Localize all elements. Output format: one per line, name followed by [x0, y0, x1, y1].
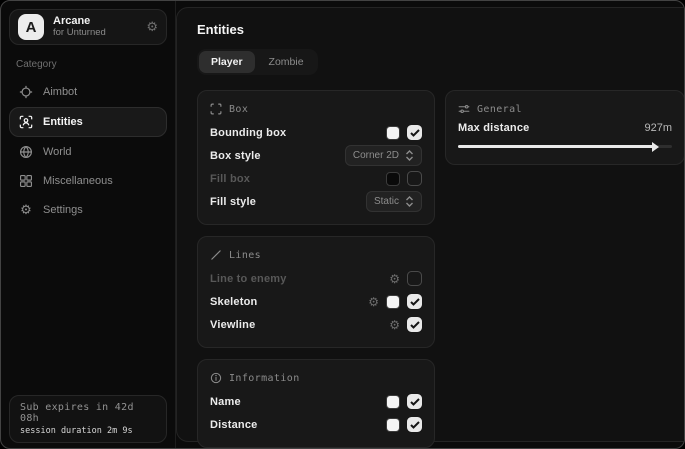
- subscription-info-card: Sub expires in 42d 08h session duration …: [9, 395, 167, 443]
- sidebar-item-label: Settings: [43, 204, 83, 216]
- main-panel: Entities Player Zombie Box Bo: [176, 7, 685, 442]
- information-section-title: Information: [229, 373, 300, 384]
- box-section-card: Box Bounding box Box style: [197, 90, 435, 225]
- sliders-icon: [458, 103, 470, 115]
- category-nav: Aimbot Entities World: [9, 78, 167, 224]
- lines-section-header: Lines: [210, 249, 422, 261]
- distance-checkbox[interactable]: [407, 417, 422, 432]
- name-label: Name: [210, 396, 241, 408]
- fill-style-label: Fill style: [210, 196, 256, 208]
- crosshair-icon: [18, 85, 34, 99]
- gear-icon: ⚙: [18, 202, 34, 218]
- bounding-box-row: Bounding box: [210, 122, 422, 143]
- lines-section-title: Lines: [229, 250, 261, 261]
- sidebar-item-label: Aimbot: [43, 86, 77, 98]
- line-to-enemy-row: Line to enemy ⚙: [210, 268, 422, 289]
- main-wrap: Entities Player Zombie Box Bo: [176, 1, 685, 448]
- viewline-label: Viewline: [210, 319, 255, 331]
- information-section-card: Information Name Distance: [197, 359, 435, 448]
- fill-box-label: Fill box: [210, 173, 250, 185]
- box-style-dropdown[interactable]: Corner 2D: [345, 145, 422, 166]
- general-section-header: General: [458, 103, 672, 115]
- name-row: Name: [210, 391, 422, 412]
- tab-zombie[interactable]: Zombie: [257, 51, 316, 73]
- right-column: General Max distance 927m: [445, 90, 685, 165]
- app-subtitle: for Unturned: [53, 28, 137, 39]
- tab-player[interactable]: Player: [199, 51, 255, 73]
- sidebar-item-settings[interactable]: ⚙ Settings: [9, 196, 167, 224]
- name-color-swatch[interactable]: [386, 395, 400, 409]
- content-columns: Box Bounding box Box style: [197, 90, 685, 448]
- bounding-box-checkbox[interactable]: [407, 125, 422, 140]
- page-title: Entities: [197, 22, 685, 37]
- gear-icon[interactable]: ⚙: [389, 273, 400, 285]
- box-style-label: Box style: [210, 150, 261, 162]
- max-distance-value: 927m: [644, 122, 672, 134]
- screenshot-stage: A Arcane for Unturned ⚙ Category Aimbot: [0, 0, 685, 449]
- skeleton-color-swatch[interactable]: [386, 295, 400, 309]
- max-distance-row: Max distance 927m: [458, 122, 672, 134]
- skeleton-checkbox[interactable]: [407, 294, 422, 309]
- sub-expiry-text: Sub expires in 42d 08h: [20, 402, 156, 424]
- viewline-checkbox[interactable]: [407, 317, 422, 332]
- max-distance-slider[interactable]: [458, 140, 672, 152]
- app-title-block: Arcane for Unturned: [53, 15, 137, 39]
- fill-style-value: Static: [374, 196, 399, 207]
- arcane-window: A Arcane for Unturned ⚙ Category Aimbot: [0, 0, 685, 449]
- line-to-enemy-checkbox[interactable]: [407, 271, 422, 286]
- logo-card[interactable]: A Arcane for Unturned ⚙: [9, 9, 167, 45]
- sidebar-item-entities[interactable]: Entities: [9, 107, 167, 137]
- box-corners-icon: [210, 103, 222, 115]
- chevron-updown-icon: [405, 196, 414, 207]
- distance-color-swatch[interactable]: [386, 418, 400, 432]
- sidebar: A Arcane for Unturned ⚙ Category Aimbot: [1, 1, 176, 448]
- skeleton-label: Skeleton: [210, 296, 257, 308]
- session-duration-text: session duration 2m 9s: [20, 426, 156, 436]
- sidebar-item-aimbot[interactable]: Aimbot: [9, 78, 167, 106]
- sidebar-item-miscellaneous[interactable]: Miscellaneous: [9, 167, 167, 195]
- app-logo: A: [18, 14, 44, 40]
- information-section-header: Information: [210, 372, 422, 384]
- skeleton-row: Skeleton ⚙: [210, 291, 422, 312]
- distance-row: Distance: [210, 414, 422, 435]
- sidebar-item-world[interactable]: World: [9, 138, 167, 166]
- viewline-row: Viewline ⚙: [210, 314, 422, 335]
- box-section-title: Box: [229, 104, 248, 115]
- sidebar-item-label: Miscellaneous: [43, 175, 113, 187]
- name-checkbox[interactable]: [407, 394, 422, 409]
- gear-icon[interactable]: ⚙: [389, 319, 400, 331]
- info-icon: [210, 372, 222, 384]
- left-column: Box Bounding box Box style: [197, 90, 435, 448]
- diagonal-line-icon: [210, 249, 222, 261]
- max-distance-label: Max distance: [458, 122, 529, 134]
- fill-style-row: Fill style Static: [210, 191, 422, 212]
- globe-icon: [18, 145, 34, 159]
- line-to-enemy-label: Line to enemy: [210, 273, 287, 285]
- fill-style-dropdown[interactable]: Static: [366, 191, 422, 212]
- gear-icon[interactable]: ⚙: [368, 296, 379, 308]
- grid-icon: [18, 174, 34, 188]
- gear-icon[interactable]: ⚙: [146, 19, 158, 35]
- general-section-title: General: [477, 104, 522, 115]
- app-name: Arcane: [53, 15, 137, 28]
- sidebar-item-label: Entities: [43, 116, 83, 128]
- chevron-updown-icon: [405, 150, 414, 161]
- general-section-card: General Max distance 927m: [445, 90, 685, 165]
- fill-box-row: Fill box: [210, 168, 422, 189]
- bounding-box-color-swatch[interactable]: [386, 126, 400, 140]
- bounding-box-label: Bounding box: [210, 127, 286, 139]
- lines-section-card: Lines Line to enemy ⚙ Skeleton: [197, 236, 435, 348]
- distance-label: Distance: [210, 419, 257, 431]
- box-style-value: Corner 2D: [353, 150, 399, 161]
- box-style-row: Box style Corner 2D: [210, 145, 422, 166]
- sidebar-item-label: World: [43, 146, 72, 158]
- box-section-header: Box: [210, 103, 422, 115]
- scan-person-icon: [18, 115, 34, 129]
- category-label: Category: [16, 59, 167, 70]
- entity-tabs: Player Zombie: [197, 49, 318, 75]
- fill-box-checkbox[interactable]: [407, 171, 422, 186]
- fill-box-color-swatch[interactable]: [386, 172, 400, 186]
- slider-fill-arrow: [458, 145, 654, 148]
